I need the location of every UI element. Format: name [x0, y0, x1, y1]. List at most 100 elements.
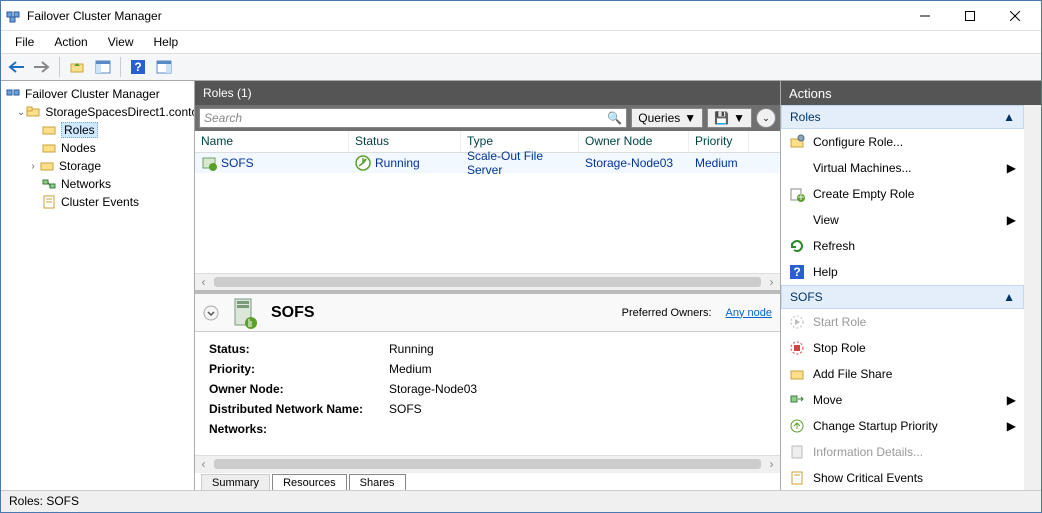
tree-root[interactable]: Failover Cluster Manager [1, 85, 194, 103]
search-placeholder: Search [204, 111, 242, 125]
scroll-thumb[interactable] [214, 277, 761, 287]
cell-priority: Medium [689, 156, 749, 170]
scroll-thumb[interactable] [214, 459, 761, 469]
action-critical-events[interactable]: Show Critical Events [781, 465, 1024, 490]
action-info-details[interactable]: Information Details... [781, 439, 1024, 465]
menu-file[interactable]: File [7, 33, 42, 51]
preferred-owners-link[interactable]: Any node [726, 307, 772, 319]
collapse-icon[interactable] [203, 305, 219, 321]
scroll-right-icon[interactable]: › [763, 274, 780, 291]
stop-icon [789, 340, 805, 356]
tab-shares[interactable]: Shares [349, 474, 406, 490]
tree-cluster[interactable]: ⌄ StorageSpacesDirect1.conto [1, 103, 194, 121]
action-move[interactable]: Move▶ [781, 387, 1024, 413]
tree-storage[interactable]: › Storage [1, 157, 194, 175]
svg-text:?: ? [793, 265, 800, 279]
detail-header: SOFS Preferred Owners: Any node [195, 294, 780, 332]
queries-dropdown[interactable]: Queries▼ [631, 108, 703, 128]
center-panel: Roles (1) Search 🔍 Queries▼ 💾▼ ⌄ Name St… [195, 81, 781, 490]
cell-name: SOFS [195, 155, 349, 171]
scroll-right-icon[interactable]: › [763, 456, 780, 473]
create-icon: + [789, 186, 805, 202]
submenu-arrow-icon: ▶ [1007, 419, 1016, 433]
actions-roles-section[interactable]: Roles ▲ [781, 105, 1024, 129]
cell-status: Running [349, 155, 461, 171]
menu-view[interactable]: View [100, 33, 142, 51]
back-button[interactable] [5, 56, 27, 78]
expander-icon[interactable]: › [27, 161, 39, 172]
maximize-button[interactable] [947, 2, 992, 30]
queries-label: Queries [638, 111, 680, 125]
action-start-role[interactable]: Start Role [781, 309, 1024, 335]
tree-networks[interactable]: Networks [1, 175, 194, 193]
action-label: Show Critical Events [813, 471, 923, 485]
menu-help[interactable]: Help [146, 33, 187, 51]
window-title: Failover Cluster Manager [27, 9, 902, 23]
share-icon [789, 366, 805, 382]
expander-icon[interactable]: ⌄ [17, 107, 25, 118]
role-icon [201, 155, 217, 171]
search-input[interactable]: Search 🔍 [199, 108, 627, 128]
actions-sofs-section[interactable]: SOFS ▲ [781, 285, 1024, 309]
action-stop-role[interactable]: Stop Role [781, 335, 1024, 361]
search-icon[interactable]: 🔍 [607, 111, 622, 125]
tree-events[interactable]: Cluster Events [1, 193, 194, 211]
action-refresh[interactable]: Refresh [781, 233, 1024, 259]
save-query-button[interactable]: 💾▼ [707, 108, 752, 128]
show-hide-actions-button[interactable] [153, 56, 175, 78]
up-button[interactable] [66, 56, 88, 78]
show-hide-tree-button[interactable] [92, 56, 114, 78]
action-create-empty-role[interactable]: + Create Empty Role [781, 181, 1024, 207]
action-virtual-machines[interactable]: Virtual Machines...▶ [781, 155, 1024, 181]
section-label: SOFS [790, 290, 823, 304]
expand-button[interactable]: ⌄ [756, 108, 776, 128]
help-button[interactable]: ? [127, 56, 149, 78]
action-configure-role[interactable]: Configure Role... [781, 129, 1024, 155]
actions-header: Actions [781, 81, 1041, 105]
col-owner[interactable]: Owner Node [579, 131, 689, 152]
priority-icon [789, 418, 805, 434]
chevron-down-icon: ▼ [733, 111, 745, 125]
tree-networks-label: Networks [61, 177, 111, 191]
tree-root-label: Failover Cluster Manager [25, 87, 160, 101]
minimize-button[interactable] [902, 2, 947, 30]
running-icon [355, 155, 371, 171]
table-row[interactable]: SOFS Running Scale-Out File Server Stora… [195, 153, 780, 173]
forward-button[interactable] [31, 56, 53, 78]
refresh-icon [789, 238, 805, 254]
action-label: Create Empty Role [813, 187, 914, 201]
detail-scrollbar[interactable]: ‹ › [195, 455, 780, 472]
col-name[interactable]: Name [195, 131, 349, 152]
status-text: Roles: SOFS [9, 494, 79, 508]
tree-nodes-label: Nodes [61, 141, 96, 155]
action-label: View [813, 213, 839, 227]
dnn-value: SOFS [389, 402, 422, 416]
cluster-icon [25, 104, 41, 120]
col-priority[interactable]: Priority [689, 131, 749, 152]
collapse-icon[interactable]: ▲ [1003, 290, 1015, 304]
app-icon [5, 8, 21, 24]
navigation-tree[interactable]: Failover Cluster Manager ⌄ StorageSpaces… [1, 81, 195, 490]
scroll-left-icon[interactable]: ‹ [195, 274, 212, 291]
action-label: Add File Share [813, 367, 892, 381]
action-add-file-share[interactable]: Add File Share [781, 361, 1024, 387]
col-status[interactable]: Status [349, 131, 461, 152]
horizontal-scrollbar[interactable]: ‹ › [195, 273, 780, 290]
action-help[interactable]: ?Help [781, 259, 1024, 285]
tab-resources[interactable]: Resources [272, 474, 347, 490]
close-button[interactable] [992, 2, 1037, 30]
help-icon: ? [789, 264, 805, 280]
search-bar: Search 🔍 Queries▼ 💾▼ ⌄ [195, 105, 780, 131]
title-bar: Failover Cluster Manager [1, 1, 1041, 31]
tab-summary[interactable]: Summary [201, 474, 270, 490]
actions-scrollbar[interactable] [1024, 105, 1041, 490]
toolbar: ? [1, 53, 1041, 81]
svg-text:+: + [797, 190, 804, 202]
scroll-left-icon[interactable]: ‹ [195, 456, 212, 473]
action-change-priority[interactable]: Change Startup Priority▶ [781, 413, 1024, 439]
collapse-icon[interactable]: ▲ [1003, 110, 1015, 124]
tree-roles[interactable]: Roles [1, 121, 194, 139]
action-view[interactable]: View▶ [781, 207, 1024, 233]
menu-action[interactable]: Action [46, 33, 95, 51]
tree-nodes[interactable]: Nodes [1, 139, 194, 157]
